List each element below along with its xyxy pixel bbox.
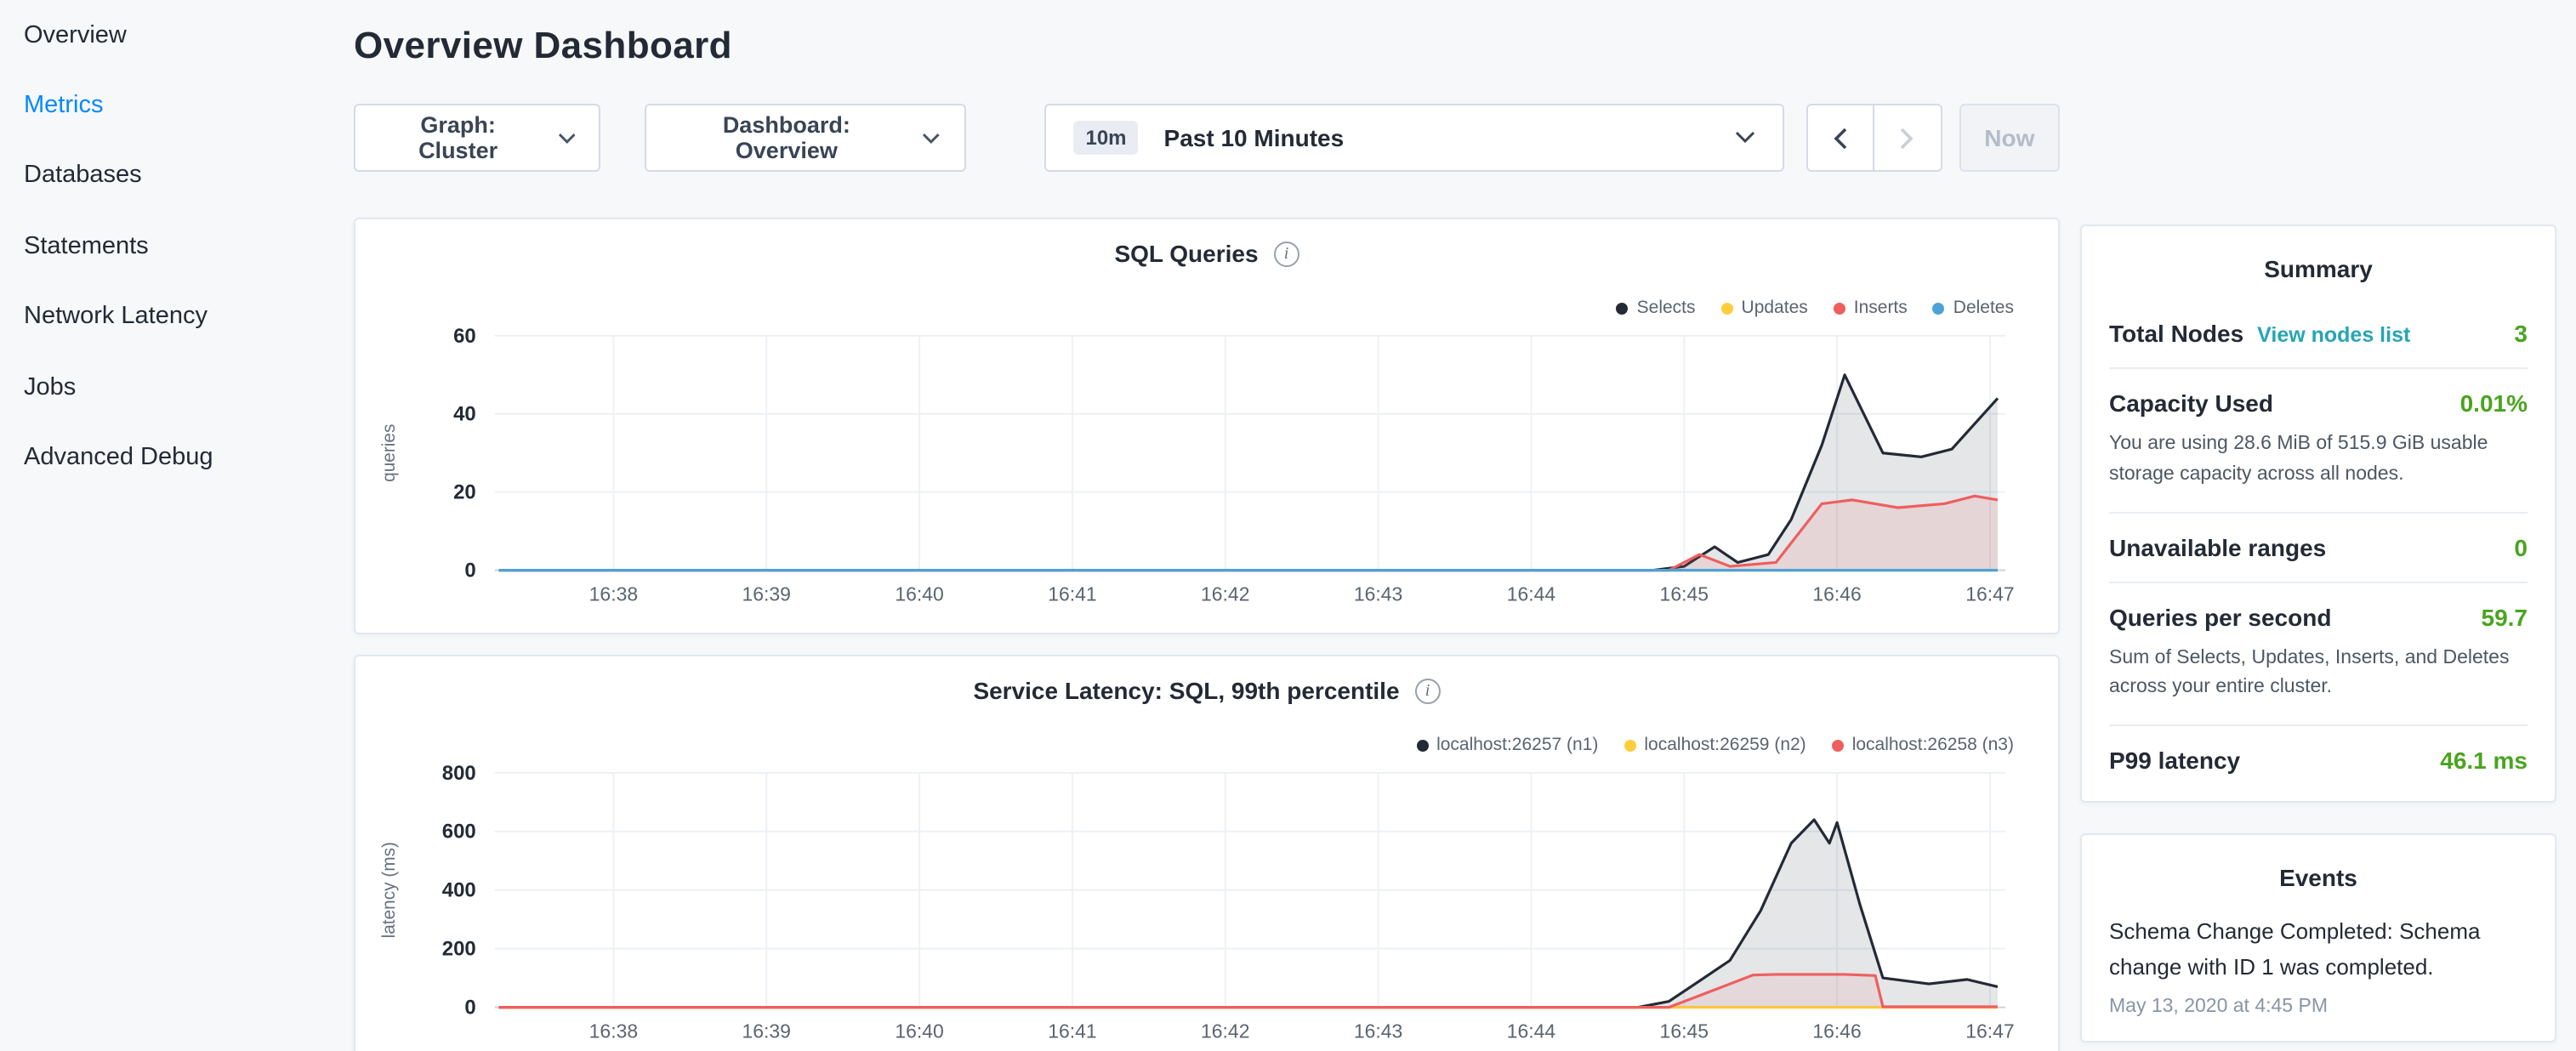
event-timestamp: May 13, 2020 at 4:45 PM (2109, 997, 2528, 1017)
page-title: Overview Dashboard (354, 24, 2060, 68)
page: Overview Metrics Databases Statements Ne… (0, 0, 2576, 1051)
event-text: Schema Change Completed: Schema change w… (2109, 916, 2528, 986)
svg-text:16:44: 16:44 (1507, 582, 1556, 605)
sidebar-item-advanced-debug[interactable]: Advanced Debug (24, 423, 323, 493)
summary-value: 59.7 (2482, 603, 2528, 630)
summary-label: P99 latency (2109, 747, 2240, 775)
svg-text:200: 200 (442, 938, 476, 961)
svg-text:800: 800 (442, 762, 476, 785)
svg-text:16:43: 16:43 (1354, 582, 1402, 605)
summary-row-total-nodes: Total Nodes View nodes list 3 (2109, 299, 2528, 367)
main-content: Overview Dashboard Graph: Cluster Dashbo… (354, 0, 2060, 1051)
chart-panel-service-latency: Service Latency: SQL, 99th percentile i … (354, 655, 2060, 1051)
summary-label: Total Nodes (2109, 320, 2243, 347)
svg-text:16:47: 16:47 (1965, 582, 2014, 605)
svg-text:16:40: 16:40 (895, 1020, 943, 1042)
right-sidebar: Summary Total Nodes View nodes list 3 Ca… (2080, 0, 2556, 1042)
service-latency-chart: 0 200 400 600 800 16:38 16:39 16:40 16:41 16:42 16… (355, 656, 2058, 1051)
sidebar-item-overview[interactable]: Overview (24, 0, 323, 71)
events-title: Events (2109, 858, 2528, 909)
chart-panel-sql-queries: SQL Queries i SelectsUpdatesInsertsDelet… (354, 218, 2060, 634)
svg-text:16:40: 16:40 (895, 582, 943, 605)
svg-text:0: 0 (464, 997, 475, 1020)
time-range-badge: 10m (1073, 121, 1138, 155)
time-back-button[interactable] (1806, 104, 1874, 172)
svg-text:16:46: 16:46 (1812, 1020, 1861, 1042)
sidebar-item-statements[interactable]: Statements (24, 211, 323, 281)
svg-text:16:41: 16:41 (1048, 1020, 1096, 1042)
summary-subtext: You are using 28.6 MiB of 515.9 GiB usab… (2109, 430, 2528, 491)
svg-text:16:39: 16:39 (742, 582, 791, 605)
summary-label: Queries per second (2109, 603, 2331, 630)
svg-text:16:42: 16:42 (1201, 582, 1249, 605)
summary-value: 0 (2514, 533, 2528, 560)
event-item[interactable]: Schema Change Completed: Schema change w… (2109, 916, 2528, 1017)
summary-row-capacity-used: Capacity Used 0.01% You are using 28.6 M… (2109, 367, 2528, 511)
dashboard-label: Dashboard: Overview (671, 112, 902, 163)
sidebar-item-databases[interactable]: Databases (24, 141, 323, 212)
summary-subtext: Sum of Selects, Updates, Inserts, and De… (2109, 644, 2528, 704)
svg-text:latency (ms): latency (ms) (379, 842, 399, 938)
svg-text:16:43: 16:43 (1354, 1020, 1402, 1042)
summary-value: 0.01% (2460, 389, 2528, 417)
chevron-left-icon (1834, 127, 1847, 149)
svg-text:60: 60 (453, 325, 476, 348)
summary-title: Summary (2109, 248, 2528, 299)
sql-queries-chart: 0 20 40 60 16:38 16:39 16:40 16:41 16:42 16:43 16:… (355, 219, 2058, 633)
events-panel: Events Schema Change Completed: Schema c… (2080, 834, 2556, 1042)
time-forward-button[interactable] (1874, 104, 1942, 172)
summary-value: 3 (2514, 320, 2528, 347)
svg-text:400: 400 (442, 879, 476, 902)
svg-text:16:44: 16:44 (1507, 1020, 1556, 1042)
time-step-buttons (1806, 104, 1942, 172)
sidebar: Overview Metrics Databases Statements Ne… (0, 0, 323, 492)
summary-row-p99-latency: P99 latency 46.1 ms (2109, 725, 2528, 795)
svg-text:16:38: 16:38 (589, 1020, 638, 1042)
graph-scope-label: Graph: Cluster (379, 112, 537, 163)
now-button[interactable]: Now (1959, 104, 2060, 172)
summary-label: Unavailable ranges (2109, 533, 2326, 560)
view-nodes-list-link[interactable]: View nodes list (2257, 323, 2410, 347)
svg-text:16:41: 16:41 (1048, 582, 1096, 605)
svg-text:40: 40 (453, 403, 476, 426)
sidebar-item-network-latency[interactable]: Network Latency (24, 281, 323, 352)
svg-text:16:38: 16:38 (589, 582, 638, 605)
chevron-down-icon (557, 132, 576, 144)
time-range-dropdown[interactable]: 10m Past 10 Minutes (1044, 104, 1783, 172)
chevron-right-icon (1901, 127, 1914, 149)
svg-text:16:45: 16:45 (1660, 582, 1709, 605)
time-range-label: Past 10 Minutes (1164, 124, 1345, 151)
svg-text:0: 0 (464, 560, 475, 582)
svg-text:16:42: 16:42 (1201, 1020, 1249, 1042)
svg-text:16:45: 16:45 (1660, 1020, 1709, 1042)
app-root: Overview Metrics Databases Statements Ne… (0, 0, 2576, 1051)
svg-text:20: 20 (453, 481, 476, 504)
summary-label: Capacity Used (2109, 389, 2273, 417)
svg-text:queries: queries (379, 424, 399, 482)
summary-row-unavailable-ranges: Unavailable ranges 0 (2109, 511, 2528, 581)
svg-text:16:46: 16:46 (1812, 582, 1861, 605)
chevron-down-icon (1735, 131, 1755, 145)
chevron-down-icon (923, 132, 941, 144)
summary-value: 46.1 ms (2440, 747, 2528, 775)
controls-bar: Graph: Cluster Dashboard: Overview 10m P… (354, 104, 2060, 172)
dashboard-dropdown[interactable]: Dashboard: Overview (645, 104, 967, 172)
svg-text:600: 600 (442, 821, 476, 844)
sidebar-item-jobs[interactable]: Jobs (24, 352, 323, 423)
sidebar-item-metrics[interactable]: Metrics (24, 71, 323, 141)
graph-scope-dropdown[interactable]: Graph: Cluster (354, 104, 601, 172)
summary-panel: Summary Total Nodes View nodes list 3 Ca… (2080, 224, 2556, 804)
svg-text:16:39: 16:39 (742, 1020, 791, 1042)
summary-row-queries-per-second: Queries per second 59.7 Sum of Selects, … (2109, 581, 2528, 724)
svg-text:16:47: 16:47 (1965, 1020, 2014, 1042)
